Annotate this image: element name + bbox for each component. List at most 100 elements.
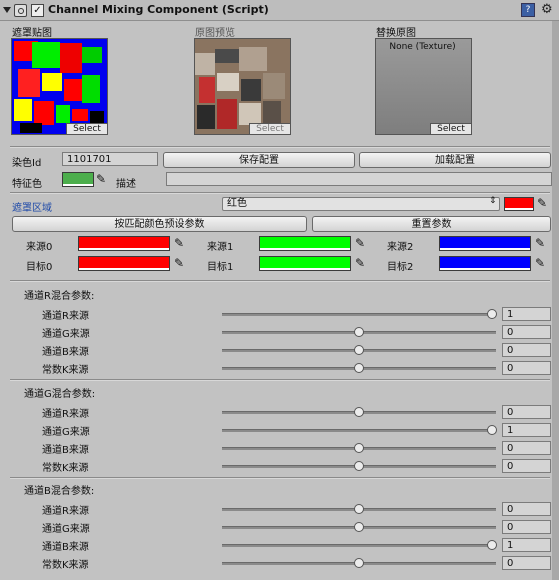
- mix-slider-thumb[interactable]: [487, 309, 497, 319]
- mix-value-field[interactable]: 0: [502, 361, 551, 375]
- mix-row-label: 通道G来源: [42, 427, 90, 438]
- source-2-color-swatch[interactable]: [439, 236, 531, 251]
- mask-region-label: 遮罩区域: [12, 203, 52, 214]
- mix-value-field[interactable]: 0: [502, 325, 551, 339]
- eyedropper-icon[interactable]: ✎: [355, 257, 365, 269]
- mix-slider-track[interactable]: [222, 313, 496, 316]
- mix-value-field[interactable]: 0: [502, 502, 551, 516]
- separator: [10, 280, 550, 282]
- mix-value-field[interactable]: 0: [502, 405, 551, 419]
- match-preset-button[interactable]: 按匹配颜色预设参数: [12, 216, 307, 232]
- mix-value-field[interactable]: 0: [502, 441, 551, 455]
- preview-texture-thumbnail: [195, 39, 290, 134]
- mask-region-dropdown[interactable]: 红色: [222, 197, 500, 211]
- replace-texture-field[interactable]: [375, 38, 472, 135]
- replace-texture-value: None (Texture): [389, 42, 456, 52]
- mix-slider-track[interactable]: [222, 544, 496, 547]
- description-label: 描述: [116, 179, 136, 190]
- save-config-button[interactable]: 保存配置: [163, 152, 355, 168]
- component-enabled-checkbox[interactable]: ✓: [31, 4, 44, 17]
- mix-slider-thumb[interactable]: [354, 345, 364, 355]
- target-2-color-swatch[interactable]: [439, 256, 531, 271]
- reset-params-button[interactable]: 重置参数: [312, 216, 551, 232]
- feature-color-swatch[interactable]: [62, 172, 94, 187]
- help-icon[interactable]: ?: [521, 3, 535, 17]
- mix-row-label: 通道R来源: [42, 311, 89, 322]
- target-1-color-swatch[interactable]: [259, 256, 351, 271]
- eyedropper-icon[interactable]: ✎: [174, 237, 184, 249]
- load-config-button[interactable]: 加载配置: [359, 152, 551, 168]
- mix-slider-thumb[interactable]: [354, 522, 364, 532]
- dye-id-field[interactable]: 1101701: [62, 152, 158, 166]
- mix-row-label: 常数K来源: [42, 463, 89, 474]
- mix-row-label: 通道R来源: [42, 506, 89, 517]
- mix-section-title: 通道B混合参数:: [24, 486, 95, 497]
- mix-row-label: 通道B来源: [42, 445, 89, 456]
- source-1-label: 来源1: [207, 242, 234, 253]
- mix-row-label: 常数K来源: [42, 365, 89, 376]
- mix-row-label: 通道R来源: [42, 409, 89, 420]
- component-title: Channel Mixing Component (Script): [48, 3, 269, 16]
- mask-region-selected: 红色: [227, 198, 247, 209]
- target-0-label: 目标0: [26, 262, 53, 273]
- mix-slider-thumb[interactable]: [487, 425, 497, 435]
- mix-value-field[interactable]: 1: [502, 538, 551, 552]
- description-field[interactable]: [166, 172, 552, 186]
- script-component-icon: [14, 4, 27, 17]
- mask-texture-label: 遮罩贴图: [12, 28, 52, 39]
- replace-texture-label: 替换原图: [376, 28, 416, 39]
- mix-row-label: 常数K来源: [42, 560, 89, 571]
- separator: [10, 146, 550, 148]
- mix-row-label: 通道G来源: [42, 329, 90, 340]
- mix-slider-thumb[interactable]: [354, 327, 364, 337]
- mask-texture-field[interactable]: [11, 38, 108, 135]
- target-2-label: 目标2: [387, 262, 414, 273]
- mix-slider-thumb[interactable]: [354, 461, 364, 471]
- preview-select-button[interactable]: Select: [249, 123, 291, 135]
- dropdown-arrows-icon: ⇕: [489, 196, 497, 206]
- gear-icon[interactable]: ⚙: [541, 3, 553, 16]
- mix-slider-thumb[interactable]: [354, 443, 364, 453]
- source-1-color-swatch[interactable]: [259, 236, 351, 251]
- mix-value-field[interactable]: 0: [502, 459, 551, 473]
- target-1-label: 目标1: [207, 262, 234, 273]
- mix-section-title: 通道G混合参数:: [24, 389, 96, 400]
- mix-slider-thumb[interactable]: [487, 540, 497, 550]
- mask-select-button[interactable]: Select: [66, 123, 108, 135]
- mix-slider-thumb[interactable]: [354, 558, 364, 568]
- target-0-color-swatch[interactable]: [78, 256, 170, 271]
- mix-slider-thumb[interactable]: [354, 407, 364, 417]
- preview-texture-label: 原图预览: [195, 28, 235, 39]
- mix-value-field[interactable]: 0: [502, 556, 551, 570]
- eyedropper-icon[interactable]: ✎: [174, 257, 184, 269]
- separator: [10, 477, 550, 479]
- eyedropper-icon[interactable]: ✎: [537, 197, 547, 209]
- dye-id-label: 染色Id: [12, 158, 42, 169]
- foldout-arrow-icon[interactable]: [3, 7, 11, 13]
- source-0-label: 来源0: [26, 242, 53, 253]
- eyedropper-icon[interactable]: ✎: [96, 173, 106, 185]
- mask-region-color-swatch[interactable]: [504, 197, 534, 211]
- separator: [10, 192, 550, 194]
- replace-select-button[interactable]: Select: [430, 123, 472, 135]
- mix-row-label: 通道B来源: [42, 347, 89, 358]
- eyedropper-icon[interactable]: ✎: [355, 237, 365, 249]
- feature-color-label: 特征色: [12, 179, 42, 190]
- mix-row-label: 通道B来源: [42, 542, 89, 553]
- scrollbar[interactable]: [552, 21, 559, 580]
- mix-value-field[interactable]: 1: [502, 307, 551, 321]
- source-0-color-swatch[interactable]: [78, 236, 170, 251]
- eyedropper-icon[interactable]: ✎: [535, 237, 545, 249]
- source-2-label: 来源2: [387, 242, 414, 253]
- mix-value-field[interactable]: 1: [502, 423, 551, 437]
- mix-slider-track[interactable]: [222, 429, 496, 432]
- mix-slider-thumb[interactable]: [354, 504, 364, 514]
- mix-value-field[interactable]: 0: [502, 343, 551, 357]
- mask-texture-thumbnail: [12, 39, 107, 134]
- mix-section-title: 通道R混合参数:: [24, 291, 95, 302]
- mix-slider-thumb[interactable]: [354, 363, 364, 373]
- mix-value-field[interactable]: 0: [502, 520, 551, 534]
- preview-texture-field[interactable]: [194, 38, 291, 135]
- eyedropper-icon[interactable]: ✎: [535, 257, 545, 269]
- separator: [10, 379, 550, 381]
